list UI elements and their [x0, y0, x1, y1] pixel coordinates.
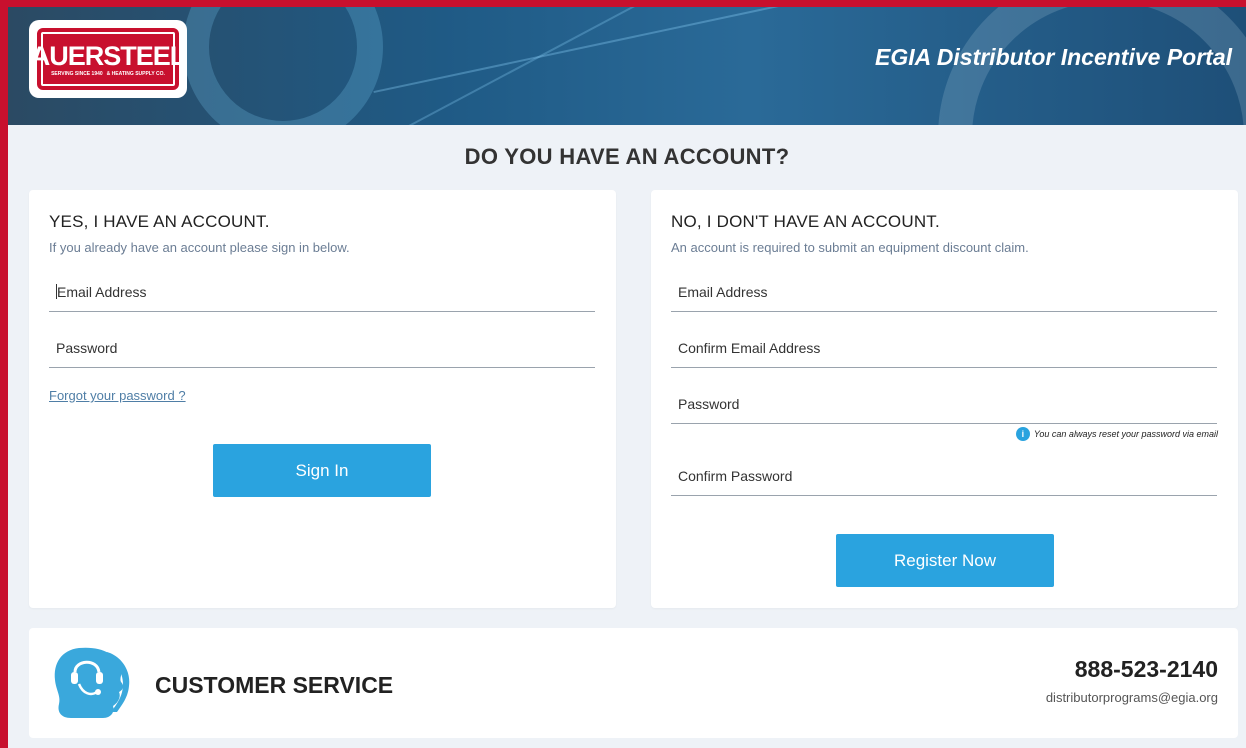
register-email-placeholder: Email Address: [678, 284, 768, 300]
signin-password-field[interactable]: Password: [49, 336, 595, 368]
page-heading: DO YOU HAVE AN ACCOUNT?: [464, 144, 790, 169]
logo-badge: AUERSTEEL SERVING SINCE 1940 & HEATING S…: [31, 28, 186, 90]
signin-password-placeholder: Password: [56, 340, 118, 356]
info-icon: i: [1015, 427, 1030, 441]
signin-title: YES, I HAVE AN ACCOUNT.: [49, 212, 270, 231]
customer-service-label: CUSTOMER SERVICE: [155, 672, 394, 698]
register-password-placeholder: Password: [678, 396, 740, 412]
register-confirm-email-field[interactable]: Confirm Email Address: [671, 336, 1217, 368]
register-confirm-password-field[interactable]: Confirm Password: [671, 464, 1217, 496]
signin-card: YES, I HAVE AN ACCOUNT. If you already h…: [29, 190, 616, 608]
banner-decoration: [373, 7, 883, 94]
sign-in-button[interactable]: Sign In: [213, 444, 431, 497]
forgot-password-link[interactable]: Forgot your password ?: [49, 388, 186, 403]
register-card: NO, I DON'T HAVE AN ACCOUNT. An account …: [651, 190, 1238, 608]
signin-email-field[interactable]: Email Address: [49, 280, 595, 312]
register-email-field[interactable]: Email Address: [671, 280, 1217, 312]
header-banner: AUERSTEEL SERVING SINCE 1940 & HEATING S…: [8, 7, 1246, 125]
logo-tagline-left: SERVING SINCE 1940: [51, 70, 103, 77]
logo-tagline: SERVING SINCE 1940 & HEATING SUPPLY CO.: [51, 71, 165, 77]
customer-service-email[interactable]: distributorprograms@egia.org: [1046, 690, 1218, 705]
customer-service-bar: CUSTOMER SERVICE 888-523-2140 distributo…: [29, 628, 1238, 738]
register-title: NO, I DON'T HAVE AN ACCOUNT.: [671, 212, 940, 231]
customer-service-phone[interactable]: 888-523-2140: [1075, 656, 1218, 683]
signin-subtitle: If you already have an account please si…: [49, 240, 350, 255]
password-hint: i You can always reset your password via…: [1015, 427, 1218, 441]
auersteel-logo[interactable]: AUERSTEEL SERVING SINCE 1940 & HEATING S…: [29, 20, 187, 98]
customer-service-headset-icon: [54, 647, 130, 718]
banner-decoration: [332, 7, 704, 125]
banner-decoration: [183, 7, 383, 125]
register-confirm-password-placeholder: Confirm Password: [678, 468, 793, 484]
register-password-field[interactable]: Password: [671, 392, 1217, 424]
logo-text: AUERSTEEL: [30, 40, 187, 71]
register-subtitle: An account is required to submit an equi…: [671, 240, 1029, 255]
left-border: [0, 0, 8, 748]
portal-title: EGIA Distributor Incentive Portal: [875, 44, 1232, 70]
register-now-button[interactable]: Register Now: [836, 534, 1054, 587]
register-confirm-email-placeholder: Confirm Email Address: [678, 340, 821, 356]
top-border: [0, 0, 1246, 7]
logo-tagline-right: & HEATING SUPPLY CO.: [106, 70, 165, 77]
signin-email-placeholder: Email Address: [57, 284, 147, 300]
password-hint-text: You can always reset your password via e…: [1033, 429, 1218, 439]
